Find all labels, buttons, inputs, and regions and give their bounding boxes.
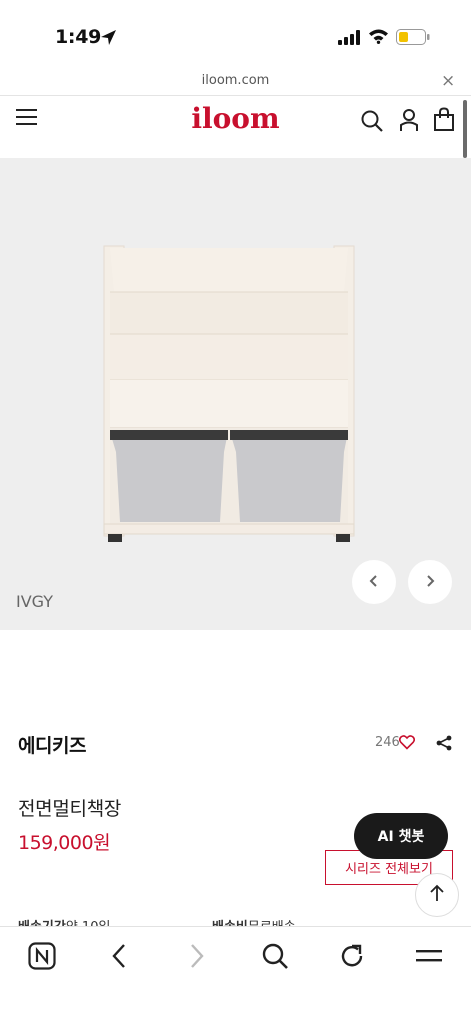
back-icon[interactable] — [110, 942, 128, 974]
scroll-indicator[interactable] — [463, 100, 467, 158]
arrow-up-icon — [429, 884, 445, 906]
product-info: 에디키즈 246 전면멀티책장 159,000원 시리즈 전체보기 AI 챗봇 … — [0, 630, 471, 928]
url-bar[interactable]: iloom.com × — [0, 70, 471, 96]
search-icon[interactable] — [360, 109, 384, 137]
browser-toolbar — [0, 926, 471, 1024]
product-brand-name[interactable]: 에디키즈 — [18, 731, 86, 758]
scroll-to-top-button[interactable] — [415, 873, 459, 917]
user-icon[interactable] — [398, 108, 420, 136]
product-gallery[interactable]: IVGY — [0, 158, 471, 630]
color-code-label: IVGY — [16, 592, 54, 611]
site-header: iloom — [0, 96, 471, 158]
battery-low-icon — [396, 29, 430, 49]
refresh-icon[interactable] — [338, 942, 366, 974]
ai-chatbot-button[interactable]: AI 챗봇 — [354, 813, 448, 859]
forward-icon — [188, 942, 206, 974]
url-text[interactable]: iloom.com — [0, 73, 471, 88]
product-price: 159,000원 — [18, 832, 111, 854]
wifi-icon — [368, 28, 389, 48]
share-icon[interactable] — [436, 735, 452, 755]
gallery-prev-button[interactable] — [352, 560, 396, 604]
menu-icon[interactable] — [415, 942, 443, 974]
product-image — [103, 245, 355, 542]
naver-home-icon[interactable] — [28, 942, 56, 974]
cellular-signal-icon — [338, 30, 360, 49]
status-bar: 1:49 — [0, 0, 471, 70]
heart-icon[interactable] — [398, 735, 416, 754]
gallery-next-button[interactable] — [408, 560, 452, 604]
chevron-left-icon — [368, 573, 380, 592]
like-count: 246 — [375, 735, 400, 750]
shopping-bag-icon[interactable] — [433, 107, 455, 136]
location-arrow-icon — [100, 29, 117, 50]
search-icon[interactable] — [261, 942, 289, 974]
product-name: 전면멀티책장 — [18, 798, 122, 820]
status-time: 1:49 — [55, 26, 102, 48]
close-icon[interactable]: × — [441, 71, 455, 91]
chevron-right-icon — [424, 573, 436, 592]
